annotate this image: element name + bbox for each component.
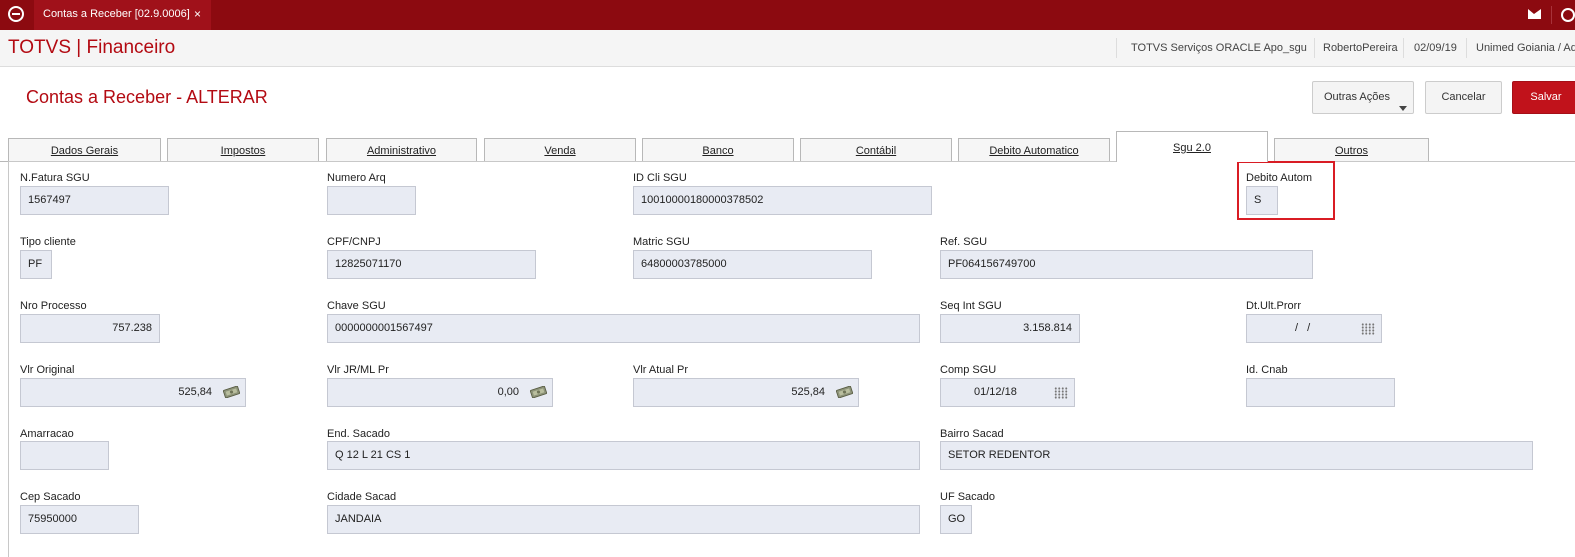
window-tab-title: Contas a Receber [02.9.0006] bbox=[43, 8, 190, 20]
tipo-cliente-label: Tipo cliente bbox=[20, 236, 76, 248]
uf-sacado-label: UF Sacado bbox=[940, 491, 996, 503]
comp-sgu-value: 01/12/18 bbox=[974, 386, 1017, 398]
id-cnab-field[interactable] bbox=[1246, 378, 1395, 407]
ref-sgu-label: Ref. SGU bbox=[940, 236, 988, 248]
chave-sgu-label: Chave SGU bbox=[327, 300, 386, 312]
divider bbox=[1551, 6, 1552, 24]
page-title: Contas a Receber - ALTERAR bbox=[26, 87, 268, 107]
user-label: RobertoPereira bbox=[1323, 42, 1398, 54]
tab-impostos[interactable]: Impostos bbox=[167, 138, 319, 162]
matric-sgu-field[interactable]: 64800003785000 bbox=[633, 250, 872, 279]
id-cli-sgu-field[interactable]: 10010000180000378502 bbox=[633, 186, 932, 215]
money-icon[interactable] bbox=[836, 386, 853, 398]
divider bbox=[1466, 38, 1467, 58]
bairro-sacad-label: Bairro Sacad bbox=[940, 428, 1004, 440]
vlr-original-field[interactable]: 525,84 bbox=[20, 378, 246, 407]
window-tab[interactable]: Contas a Receber [02.9.0006] × bbox=[34, 0, 211, 30]
dt-ult-prorr-value: / / bbox=[1295, 322, 1311, 334]
more-actions-label: Outras Ações bbox=[1323, 91, 1391, 103]
top-bar: Contas a Receber [02.9.0006] × bbox=[0, 0, 1575, 30]
id-cnab-label: Id. Cnab bbox=[1246, 364, 1288, 376]
tipo-cliente-field[interactable]: PF bbox=[20, 250, 52, 279]
form-panel bbox=[8, 161, 1575, 557]
save-button[interactable]: Salvar bbox=[1512, 81, 1575, 114]
money-icon[interactable] bbox=[530, 386, 547, 398]
cpf-cnpj-label: CPF/CNPJ bbox=[327, 236, 381, 248]
vlr-original-label: Vlr Original bbox=[20, 364, 75, 376]
comp-sgu-field[interactable]: 01/12/18 bbox=[940, 378, 1075, 407]
cidade-sacad-field[interactable]: JANDAIA bbox=[327, 505, 920, 534]
end-sacado-label: End. Sacado bbox=[327, 428, 390, 440]
highlight-box bbox=[1237, 161, 1335, 220]
divider bbox=[1314, 38, 1315, 58]
matric-sgu-label: Matric SGU bbox=[633, 236, 690, 248]
calendar-icon[interactable] bbox=[1361, 323, 1375, 335]
n-fatura-sgu-field[interactable]: 1567497 bbox=[20, 186, 169, 215]
nro-processo-field[interactable]: 757.238 bbox=[20, 314, 160, 343]
tab-debito-automatico[interactable]: Debito Automatico bbox=[958, 138, 1110, 162]
money-icon[interactable] bbox=[223, 386, 240, 398]
tab-contabil[interactable]: Contábil bbox=[800, 138, 952, 162]
dt-ult-prorr-field[interactable]: / / bbox=[1246, 314, 1382, 343]
totvs-logo-icon[interactable] bbox=[8, 6, 24, 22]
nro-processo-label: Nro Processo bbox=[20, 300, 87, 312]
tab-venda[interactable]: Venda bbox=[484, 138, 636, 162]
tab-outros[interactable]: Outros bbox=[1274, 138, 1429, 162]
chevron-down-icon bbox=[1399, 106, 1407, 111]
tab-banco[interactable]: Banco bbox=[642, 138, 794, 162]
vlr-atual-pr-label: Vlr Atual Pr bbox=[633, 364, 689, 376]
uf-sacado-field[interactable]: GO bbox=[940, 505, 972, 534]
divider bbox=[1116, 38, 1117, 58]
date-label: 02/09/19 bbox=[1414, 42, 1457, 54]
vlr-jr-ml-pr-value: 0,00 bbox=[497, 386, 519, 398]
comp-sgu-label: Comp SGU bbox=[940, 364, 997, 376]
app-title: TOTVS | Financeiro bbox=[8, 37, 176, 58]
end-sacado-field[interactable]: Q 12 L 21 CS 1 bbox=[327, 441, 920, 470]
vlr-jr-ml-pr-label: Vlr JR/ML Pr bbox=[327, 364, 389, 376]
numero-arq-field[interactable] bbox=[327, 186, 416, 215]
divider bbox=[1403, 38, 1404, 58]
bairro-sacad-field[interactable]: SETOR REDENTOR bbox=[940, 441, 1533, 470]
dt-ult-prorr-label: Dt.Ult.Prorr bbox=[1246, 300, 1301, 312]
app-header: TOTVS | Financeiro TOTVS Serviços ORACLE… bbox=[0, 30, 1575, 67]
tab-administrativo[interactable]: Administrativo bbox=[326, 138, 477, 162]
more-actions-button[interactable]: Outras Ações bbox=[1312, 81, 1414, 114]
amarracao-label: Amarracao bbox=[20, 428, 74, 440]
vlr-atual-pr-field[interactable]: 525,84 bbox=[633, 378, 859, 407]
cep-sacado-label: Cep Sacado bbox=[20, 491, 81, 503]
seq-int-sgu-field[interactable]: 3.158.814 bbox=[940, 314, 1080, 343]
cep-sacado-field[interactable]: 75950000 bbox=[20, 505, 139, 534]
amarracao-field[interactable] bbox=[20, 441, 109, 470]
calendar-icon[interactable] bbox=[1054, 387, 1068, 399]
vlr-jr-ml-pr-field[interactable]: 0,00 bbox=[327, 378, 553, 407]
tab-sgu-2-0[interactable]: Sgu 2.0 bbox=[1116, 131, 1268, 162]
ref-sgu-field[interactable]: PF064156749700 bbox=[940, 250, 1313, 279]
seq-int-sgu-label: Seq Int SGU bbox=[940, 300, 1002, 312]
environment-label: TOTVS Serviços ORACLE Apo_sgu bbox=[1131, 42, 1307, 54]
mail-icon[interactable] bbox=[1528, 9, 1541, 19]
company-label: Unimed Goiania / Ad bbox=[1476, 42, 1575, 54]
id-cli-sgu-label: ID Cli SGU bbox=[633, 172, 687, 184]
cidade-sacad-label: Cidade Sacad bbox=[327, 491, 397, 503]
cancel-button[interactable]: Cancelar bbox=[1425, 81, 1502, 114]
cpf-cnpj-field[interactable]: 12825071170 bbox=[327, 250, 536, 279]
vlr-original-value: 525,84 bbox=[178, 386, 212, 398]
close-icon[interactable]: × bbox=[194, 0, 201, 28]
help-icon[interactable] bbox=[1561, 8, 1575, 22]
vlr-atual-pr-value: 525,84 bbox=[791, 386, 825, 398]
n-fatura-sgu-label: N.Fatura SGU bbox=[20, 172, 90, 184]
tab-dados-gerais[interactable]: Dados Gerais bbox=[8, 138, 161, 162]
chave-sgu-field[interactable]: 0000000001567497 bbox=[327, 314, 920, 343]
numero-arq-label: Numero Arq bbox=[327, 172, 386, 184]
